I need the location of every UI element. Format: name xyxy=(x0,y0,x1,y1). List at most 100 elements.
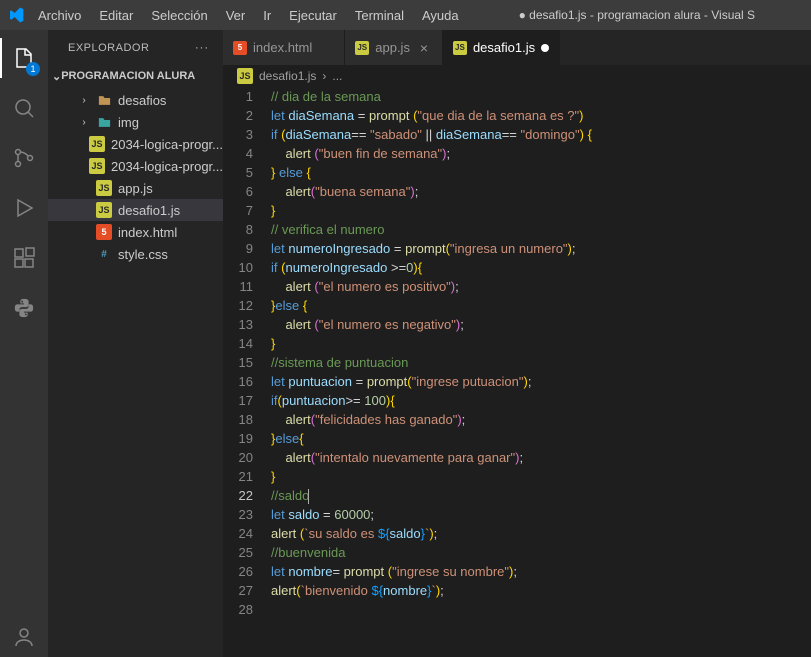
folder-icon xyxy=(96,92,112,108)
accounts-icon[interactable] xyxy=(0,617,48,657)
close-icon[interactable]: × xyxy=(416,40,432,56)
tree-item[interactable]: JS desafio1.js xyxy=(48,199,223,221)
vscode-logo-icon xyxy=(8,6,26,24)
js-file-icon: JS xyxy=(453,41,467,55)
python-icon[interactable] xyxy=(0,288,48,328)
tree-item-label: img xyxy=(118,115,139,130)
folder-section[interactable]: ⌄ PROGRAMACION ALURA xyxy=(48,65,223,87)
folder-icon xyxy=(96,114,112,130)
activity-bar: 1 xyxy=(0,30,48,657)
code-line[interactable]: let diaSemana = prompt ("que dia de la s… xyxy=(271,106,811,125)
tree-item-label: 2034-logica-progr... xyxy=(111,137,223,152)
editor-tab[interactable]: JS desafio1.js xyxy=(443,30,560,65)
code-line[interactable]: // verifica el numero xyxy=(271,220,811,239)
js-file-icon: JS xyxy=(89,136,105,152)
code-line[interactable]: alert ("el numero es negativo"); xyxy=(271,315,811,334)
menu-terminal[interactable]: Terminal xyxy=(349,4,410,27)
code-line[interactable]: //buenvenida xyxy=(271,543,811,562)
search-icon[interactable] xyxy=(0,88,48,128)
window-title: ● desafio1.js - programacion alura - Vis… xyxy=(471,8,803,22)
menu-editar[interactable]: Editar xyxy=(93,4,139,27)
css-file-icon: # xyxy=(96,246,112,262)
chevron-right-icon: › xyxy=(78,95,90,106)
source-control-icon[interactable] xyxy=(0,138,48,178)
breadcrumb[interactable]: JS desafio1.js › ... xyxy=(223,65,811,87)
tree-item-label: desafio1.js xyxy=(118,203,180,218)
sidebar: EXPLORADOR ··· ⌄ PROGRAMACION ALURA › des… xyxy=(48,30,223,657)
breadcrumb-file: desafio1.js xyxy=(259,69,316,83)
code-lines[interactable]: // dia de la semanalet diaSemana = promp… xyxy=(271,87,811,619)
title-bar: Archivo Editar Selección Ver Ir Ejecutar… xyxy=(0,0,811,30)
code-line[interactable]: if(puntuacion>= 100){ xyxy=(271,391,811,410)
js-file-icon: JS xyxy=(96,202,112,218)
tree-item-label: style.css xyxy=(118,247,168,262)
menu-seleccion[interactable]: Selección xyxy=(145,4,213,27)
code-line[interactable]: let puntuacion = prompt("ingrese putuaci… xyxy=(271,372,811,391)
code-line[interactable]: let nombre= prompt ("ingrese su nombre")… xyxy=(271,562,811,581)
code-line[interactable]: alert("felicidades has ganado"); xyxy=(271,410,811,429)
code-line[interactable]: } else { xyxy=(271,163,811,182)
code-line[interactable]: } xyxy=(271,334,811,353)
code-line[interactable]: alert(`bienvenido ${nombre}`); xyxy=(271,581,811,600)
tree-item[interactable]: JS 2034-logica-progr... xyxy=(48,133,223,155)
explorer-label: EXPLORADOR xyxy=(68,42,149,54)
tab-label: desafio1.js xyxy=(473,40,535,55)
tree-item[interactable]: JS 2034-logica-progr... xyxy=(48,155,223,177)
code-line[interactable]: alert (`su saldo es ${saldo}`); xyxy=(271,524,811,543)
chevron-down-icon: ⌄ xyxy=(52,70,61,83)
tree-item-label: app.js xyxy=(118,181,153,196)
tree-item[interactable]: › img xyxy=(48,111,223,133)
code-line[interactable]: let saldo = 60000; xyxy=(271,505,811,524)
chevron-right-icon: › xyxy=(78,117,90,128)
html-file-icon: 5 xyxy=(96,224,112,240)
menu-ver[interactable]: Ver xyxy=(220,4,252,27)
extensions-icon[interactable] xyxy=(0,238,48,278)
js-file-icon: JS xyxy=(237,68,253,84)
code-line[interactable]: alert ("buen fin de semana"); xyxy=(271,144,811,163)
tree-item-label: 2034-logica-progr... xyxy=(111,159,223,174)
editor-tabs: 5index.html JS app.js × JS desafio1.js xyxy=(223,30,811,65)
menu-ir[interactable]: Ir xyxy=(257,4,277,27)
tree-item-label: index.html xyxy=(118,225,177,240)
more-icon[interactable]: ··· xyxy=(195,42,209,54)
code-line[interactable]: }else { xyxy=(271,296,811,315)
tree-item[interactable]: JS app.js xyxy=(48,177,223,199)
code-line[interactable]: } xyxy=(271,201,811,220)
code-line[interactable] xyxy=(271,600,811,619)
breadcrumb-rest: ... xyxy=(332,69,342,83)
editor-tab[interactable]: 5index.html xyxy=(223,30,345,65)
code-line[interactable]: // dia de la semana xyxy=(271,87,811,106)
code-line[interactable]: alert("buena semana"); xyxy=(271,182,811,201)
tree-item[interactable]: 5 index.html xyxy=(48,221,223,243)
file-tree: › desafios › img JS 2034-logica-progr... JS 203… xyxy=(48,87,223,265)
code-line[interactable]: alert("intentalo nuevamente para ganar")… xyxy=(271,448,811,467)
js-file-icon: JS xyxy=(355,41,369,55)
code-line[interactable]: } xyxy=(271,467,811,486)
menu-archivo[interactable]: Archivo xyxy=(32,4,87,27)
code-editor[interactable]: 1234567891011121314151617181920212223242… xyxy=(223,87,811,619)
explorer-header: EXPLORADOR ··· xyxy=(48,30,223,65)
code-line[interactable]: //sistema de puntuacion xyxy=(271,353,811,372)
line-gutter: 1234567891011121314151617181920212223242… xyxy=(223,87,271,619)
dirty-indicator-icon xyxy=(541,44,549,52)
code-line[interactable]: }else{ xyxy=(271,429,811,448)
code-line[interactable]: alert ("el numero es positivo"); xyxy=(271,277,811,296)
menu-ayuda[interactable]: Ayuda xyxy=(416,4,465,27)
explorer-icon[interactable]: 1 xyxy=(0,38,48,78)
code-line[interactable]: if (numeroIngresado >=0){ xyxy=(271,258,811,277)
run-debug-icon[interactable] xyxy=(0,188,48,228)
js-file-icon: JS xyxy=(89,158,105,174)
tree-item[interactable]: › desafios xyxy=(48,89,223,111)
section-label: PROGRAMACION ALURA xyxy=(61,70,195,82)
code-line[interactable]: let numeroIngresado = prompt("ingresa un… xyxy=(271,239,811,258)
tab-label: index.html xyxy=(253,40,312,55)
editor-tab[interactable]: JS app.js × xyxy=(345,30,443,65)
editor-area: 5index.html JS app.js × JS desafio1.js JS des… xyxy=(223,30,811,657)
js-file-icon: JS xyxy=(96,180,112,196)
tree-item-label: desafios xyxy=(118,93,166,108)
code-line[interactable]: if (diaSemana== "sabado" || diaSemana== … xyxy=(271,125,811,144)
code-line[interactable]: //saldo xyxy=(271,486,811,505)
tree-item[interactable]: # style.css xyxy=(48,243,223,265)
menu-ejecutar[interactable]: Ejecutar xyxy=(283,4,343,27)
tab-label: app.js xyxy=(375,40,410,55)
